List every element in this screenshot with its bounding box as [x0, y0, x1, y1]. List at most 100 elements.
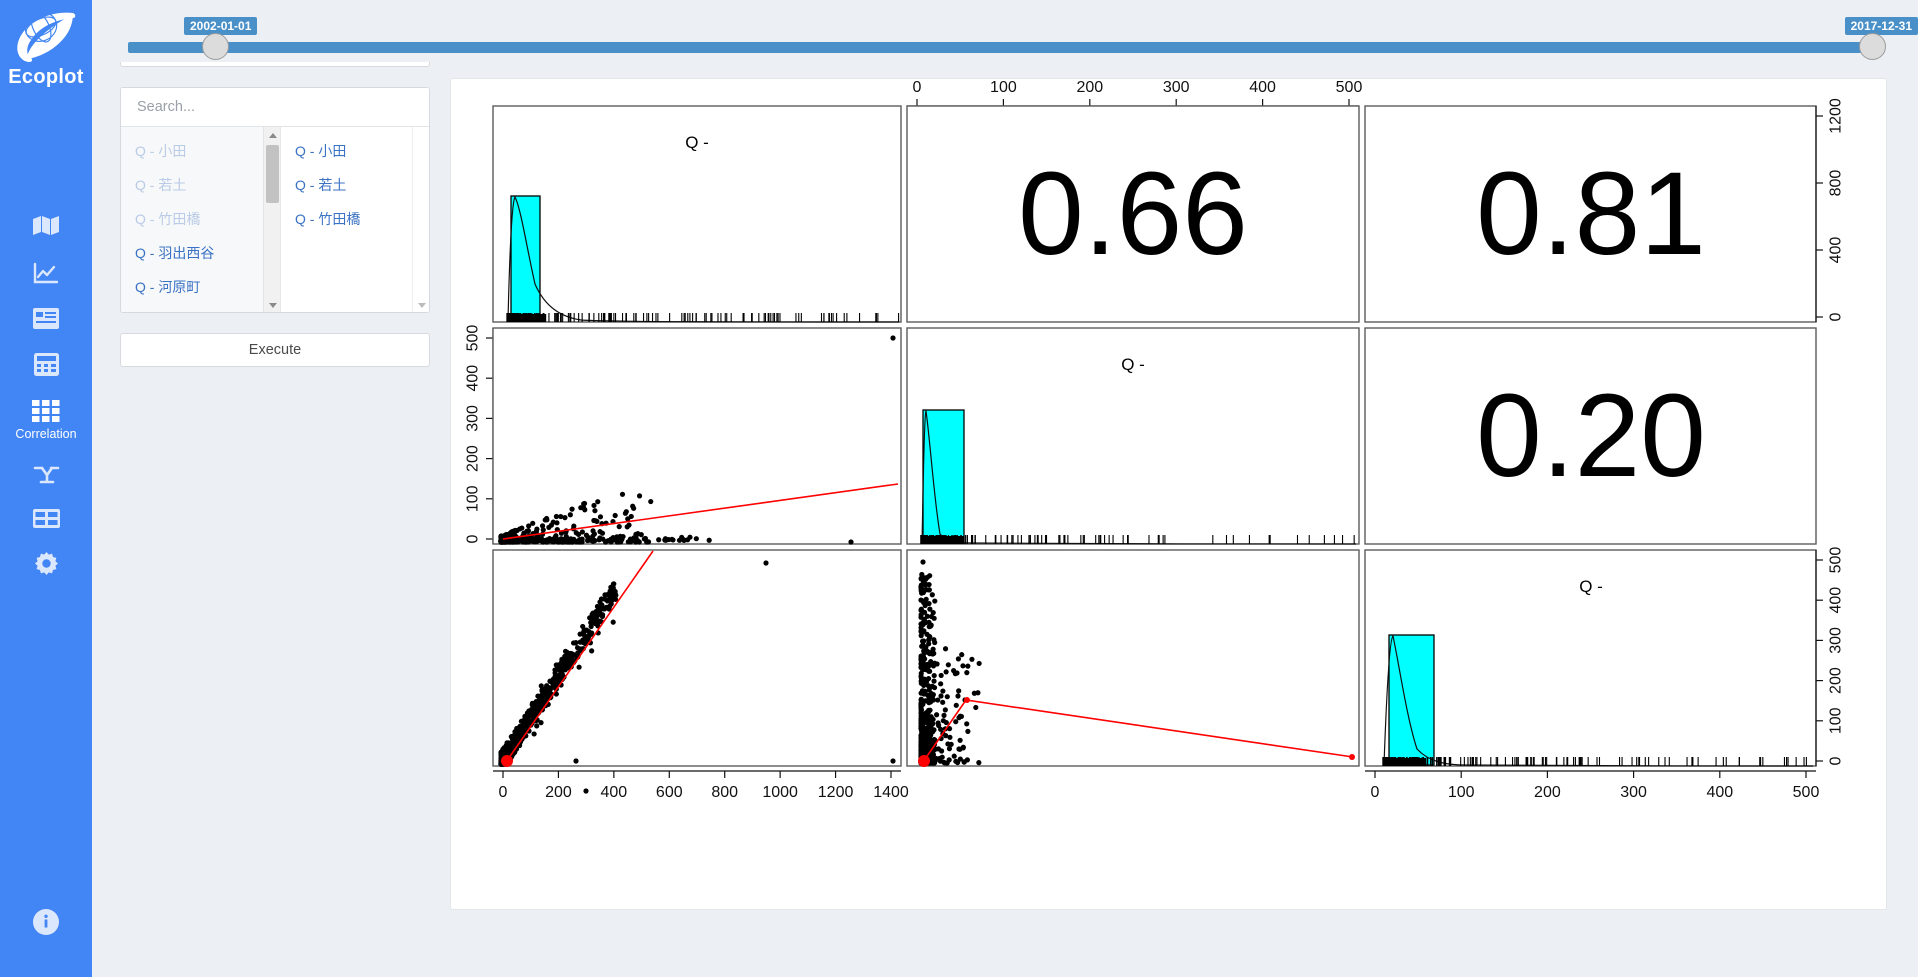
- date-range-slider[interactable]: 2002-01-01 2017-12-31: [92, 0, 1918, 62]
- data-point: [938, 681, 944, 687]
- rug-dense-block: [1383, 758, 1426, 766]
- available-list-scrollbar[interactable]: [263, 127, 280, 312]
- list-item[interactable]: Q - 小田: [281, 134, 429, 168]
- list-item[interactable]: Q - 小田: [121, 134, 280, 168]
- data-point: [921, 691, 927, 697]
- axis-tick-label: 200: [545, 784, 572, 801]
- selected-scroll-down-arrow-icon[interactable]: [413, 297, 429, 312]
- data-point: [965, 663, 971, 669]
- data-point: [602, 592, 608, 598]
- data-point: [628, 513, 634, 520]
- data-point: [951, 753, 957, 759]
- scroll-down-arrow-icon[interactable]: [264, 297, 280, 312]
- data-point: [553, 513, 560, 520]
- data-point: [630, 503, 636, 509]
- data-point: [536, 536, 542, 543]
- data-point: [571, 523, 577, 529]
- data-point: [591, 537, 598, 544]
- slider-handle-end[interactable]: [1859, 33, 1886, 60]
- list-item[interactable]: Q - 若土: [121, 168, 280, 202]
- selected-list-scroll[interactable]: Q - 小田 Q - 若土 Q - 竹田橋: [281, 127, 429, 312]
- list-item[interactable]: Q - 羽出西谷: [121, 236, 280, 270]
- data-point: [562, 648, 569, 654]
- axis-tick-label: 600: [656, 784, 683, 801]
- data-point: [610, 585, 616, 591]
- data-point: [513, 729, 519, 736]
- axis-tick-label: 0: [499, 784, 508, 801]
- data-point: [591, 502, 597, 509]
- data-point: [510, 739, 516, 745]
- axis-tick-label: 0: [913, 79, 922, 96]
- data-point: [538, 720, 544, 726]
- list-item[interactable]: Q - 若土: [281, 168, 429, 202]
- data-point: [955, 656, 962, 662]
- cell-2-3-correlation[interactable]: 0.20: [1364, 327, 1817, 545]
- data-point: [953, 719, 959, 725]
- brand: Ecoplot: [8, 10, 83, 89]
- cell-1-3-correlation[interactable]: 0.81: [1364, 105, 1817, 323]
- cell-2-2-histogram[interactable]: Q -: [906, 327, 1360, 545]
- data-point: [928, 622, 934, 628]
- selected-list[interactable]: Q - 小田 Q - 若土 Q - 竹田橋: [281, 127, 429, 312]
- axis-tick-label: 100: [1448, 784, 1475, 801]
- data-point: [957, 746, 963, 752]
- sidebar-item-statistics[interactable]: [0, 341, 92, 388]
- axis-tick-label: 100: [990, 79, 1017, 96]
- data-point: [931, 637, 937, 643]
- data-point: [964, 670, 970, 676]
- slider-handle-start[interactable]: [202, 33, 229, 60]
- list-item[interactable]: Q - 竹田橋: [281, 202, 429, 236]
- data-point: [524, 528, 530, 534]
- data-point: [943, 719, 949, 726]
- cell-2-1-scatter[interactable]: [492, 327, 902, 545]
- data-point: [934, 661, 940, 667]
- available-list[interactable]: Q - 小田 Q - 若土 Q - 竹田橋 Q - 羽出西谷 Q - 河原町: [121, 127, 281, 312]
- list-item[interactable]: Q - 竹田橋: [121, 202, 280, 236]
- data-point: [931, 672, 937, 679]
- list-item[interactable]: Q - 河原町: [121, 270, 280, 304]
- cell-3-3-histogram[interactable]: Q -: [1364, 549, 1817, 767]
- cell-3-2-scatter[interactable]: [906, 549, 1360, 767]
- sidebar-item-settings[interactable]: [0, 540, 92, 589]
- data-point: [599, 612, 606, 618]
- cell-3-1-scatter[interactable]: [492, 549, 902, 794]
- data-point: [596, 537, 602, 543]
- available-list-scroll[interactable]: Q - 小田 Q - 若土 Q - 竹田橋 Q - 羽出西谷 Q - 河原町: [121, 127, 280, 312]
- variable-picker: Q - 小田Q - 若土Q - 竹田橋Q - 羽出西谷Q - 河原町 Q - 小…: [120, 87, 430, 313]
- slider-track[interactable]: [128, 42, 1882, 53]
- data-point: [926, 637, 932, 643]
- data-point: [932, 598, 938, 604]
- data-point: [955, 693, 961, 699]
- axis-tick-label: 1000: [762, 784, 798, 801]
- sidebar-item-info[interactable]: [0, 897, 92, 947]
- sidebar-item-map[interactable]: [0, 204, 92, 250]
- data-point: [959, 652, 965, 658]
- execute-button[interactable]: Execute: [120, 333, 430, 367]
- sidebar-item-network[interactable]: [0, 453, 92, 497]
- axis-bottom-right: 0 100 200 300 400 500: [1365, 770, 1819, 801]
- sidebar-item-correlation[interactable]: Correlation: [0, 388, 92, 453]
- data-point: [592, 508, 598, 514]
- data-point: [920, 733, 926, 739]
- data-point: [531, 731, 537, 737]
- data-point: [929, 683, 935, 689]
- sidebar-item-timeseries[interactable]: [0, 250, 92, 296]
- data-point: [953, 758, 959, 764]
- scroll-thumb[interactable]: [266, 145, 279, 203]
- cell-1-2-correlation[interactable]: 0.66: [906, 105, 1360, 323]
- axis-tick-label: 0: [1828, 756, 1845, 765]
- data-point: [576, 664, 582, 670]
- data-point: [924, 648, 930, 654]
- search-input[interactable]: [121, 88, 429, 126]
- sidebar-item-report[interactable]: [0, 296, 92, 341]
- data-point: [921, 681, 927, 687]
- map-icon: [33, 216, 59, 238]
- axis-tick-label: 500: [1336, 79, 1363, 96]
- selected-list-scrollbar[interactable]: [412, 127, 429, 312]
- dual-list-container: Q - 小田 Q - 若土 Q - 竹田橋 Q - 羽出西谷 Q - 河原町 Q - 小…: [121, 126, 429, 312]
- sidebar-item-table[interactable]: [0, 497, 92, 540]
- scroll-up-arrow-icon[interactable]: [264, 127, 280, 143]
- cell-1-1-histogram[interactable]: Q -: [492, 105, 902, 323]
- data-point: [922, 600, 928, 606]
- data-point: [964, 721, 970, 727]
